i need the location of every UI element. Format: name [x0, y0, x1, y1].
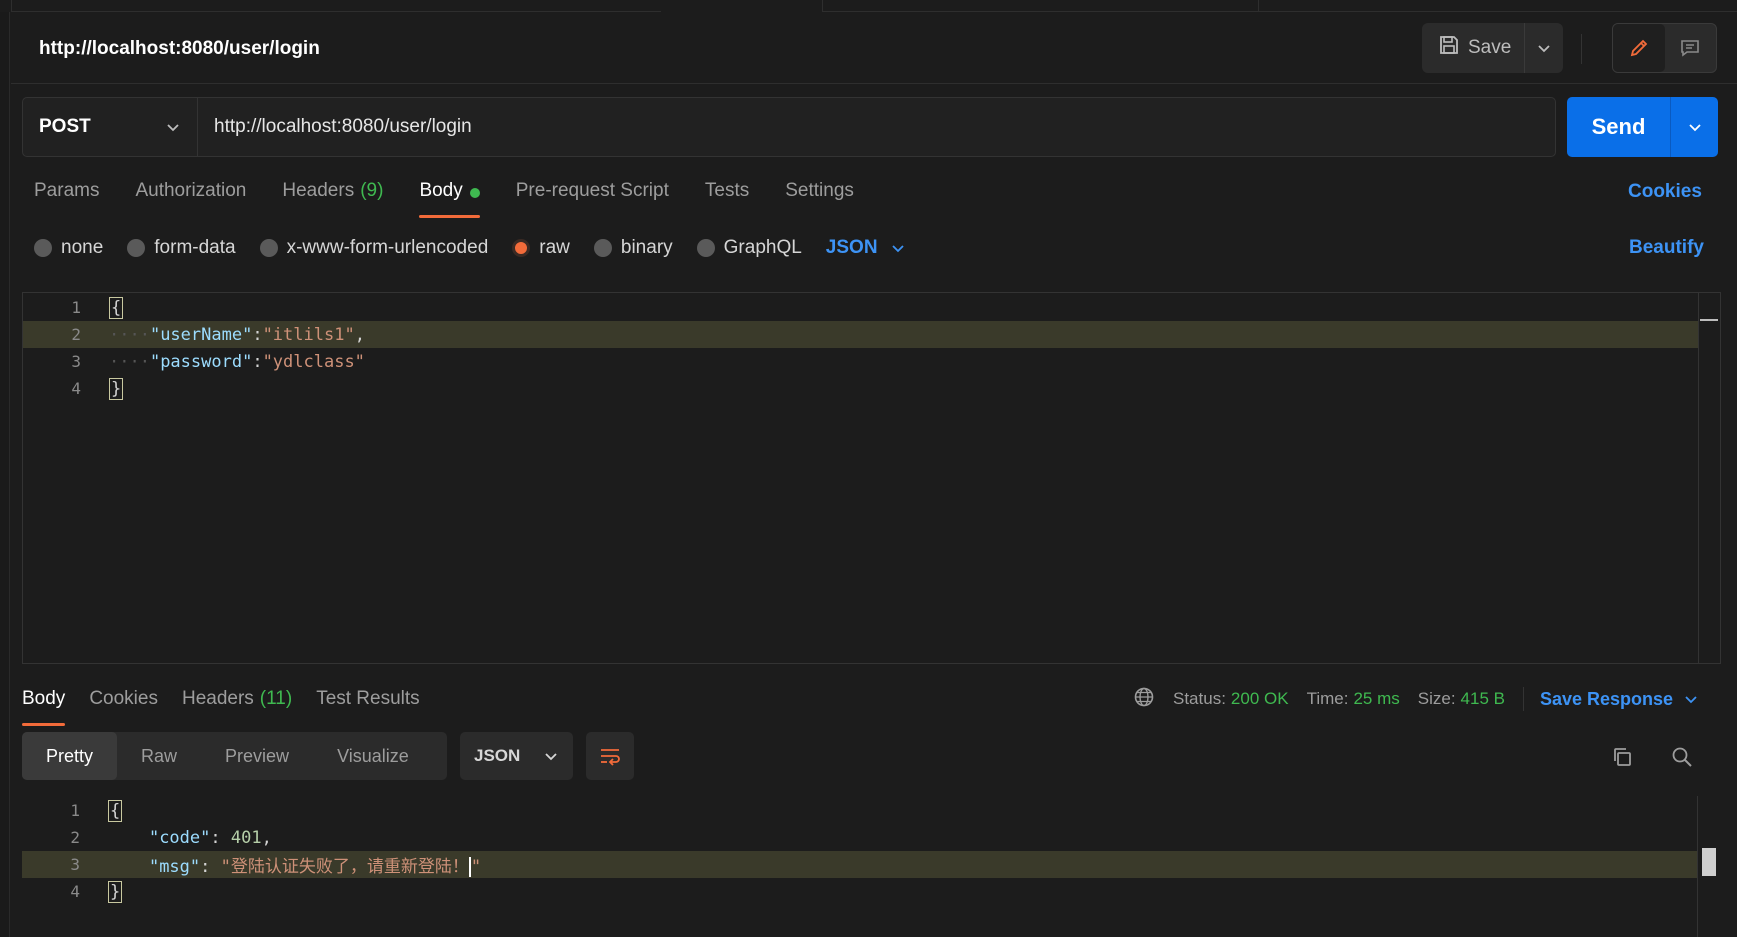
status-info: Status: 200 OK	[1173, 689, 1289, 708]
copy-response-button[interactable]	[1607, 742, 1637, 772]
tab-strip-segment[interactable]	[11, 0, 661, 12]
save-icon	[1438, 34, 1460, 62]
status-value: 200 OK	[1230, 689, 1289, 708]
send-button-group: Send	[1567, 97, 1718, 157]
wrap-lines-icon	[601, 749, 620, 766]
chevron-down-icon	[1538, 45, 1550, 53]
comment-icon	[1681, 40, 1700, 57]
radio-circle	[259, 239, 278, 257]
time-value: 25 ms	[1353, 689, 1400, 708]
body-language-select[interactable]: JSON	[826, 237, 906, 259]
beautify-link[interactable]: Beautify	[1629, 237, 1704, 259]
cookies-link[interactable]: Cookies	[1628, 181, 1702, 203]
radio-circle-selected	[512, 239, 531, 257]
tab-response-cookies[interactable]: Cookies	[89, 688, 158, 728]
headers-count: (9)	[360, 180, 384, 201]
save-label: Save	[1468, 37, 1512, 58]
request-body-editor[interactable]: 1 { 2 ····"userName":"itlils1", 3 ····"p…	[22, 292, 1721, 664]
size-info: Size: 415 B	[1417, 689, 1505, 708]
search-response-button[interactable]	[1667, 742, 1697, 772]
radio-none[interactable]: none	[34, 237, 103, 259]
tab-tests[interactable]: Tests	[705, 180, 749, 220]
code-line: 2 ····"userName":"itlils1",	[23, 321, 1699, 348]
tab-response-body[interactable]: Body	[22, 688, 66, 728]
header-divider	[1581, 34, 1582, 64]
save-options-button[interactable]	[1525, 23, 1563, 73]
radio-circle	[34, 239, 52, 257]
response-tabs: Body Cookies Headers (11) Test Results	[22, 688, 420, 726]
code-line: 1 {	[70, 799, 123, 822]
response-scrollbar[interactable]	[1697, 796, 1719, 937]
scrollbar-thumb[interactable]	[1702, 848, 1716, 876]
tab-response-headers[interactable]: Headers (11)	[182, 688, 292, 728]
body-type-radios: none form-data x-www-form-urlencoded raw…	[34, 236, 906, 260]
radio-x-www-form-urlencoded[interactable]: x-www-form-urlencoded	[259, 237, 488, 259]
radio-form-data[interactable]: form-data	[127, 237, 236, 259]
chevron-down-icon	[891, 245, 904, 253]
edit-mode-button[interactable]	[1613, 24, 1665, 72]
view-preview[interactable]: Preview	[201, 732, 313, 780]
wrap-lines-button[interactable]	[586, 732, 634, 780]
code-line: 4 }	[70, 880, 123, 903]
radio-graphql[interactable]: GraphQL	[696, 237, 802, 259]
globe-icon[interactable]	[1133, 686, 1155, 713]
mode-toggle-group	[1612, 23, 1717, 73]
body-indicator-dot	[469, 188, 480, 198]
request-header: http://localhost:8080/user/login Save	[11, 12, 1737, 84]
code-line: 1 {	[71, 296, 124, 319]
url-bar: POST	[22, 97, 1556, 157]
editor-scrollbar[interactable]	[1698, 293, 1720, 663]
response-body-viewer[interactable]: 1 { 2 "code": 401, 3 "msg": "登陆认证失败了，请重新…	[22, 796, 1721, 937]
chevron-down-icon	[1688, 124, 1701, 132]
method-label: POST	[39, 116, 91, 137]
comments-mode-button[interactable]	[1665, 24, 1717, 72]
chevron-down-icon	[545, 753, 557, 761]
size-value: 415 B	[1460, 689, 1505, 708]
pencil-icon	[1630, 39, 1648, 57]
scrollbar-thumb[interactable]	[1700, 319, 1718, 321]
tab-params[interactable]: Params	[34, 180, 99, 220]
time-info: Time: 25 ms	[1306, 689, 1400, 708]
copy-icon	[1614, 748, 1631, 766]
response-view-toggle: Pretty Raw Preview Visualize	[22, 732, 447, 780]
save-response-button[interactable]: Save Response	[1522, 687, 1699, 711]
code-line: 4 }	[71, 377, 124, 400]
method-select[interactable]: POST	[23, 98, 198, 156]
tab-strip-segment[interactable]	[1258, 0, 1737, 12]
radio-circle	[127, 239, 146, 257]
tab-body[interactable]: Body	[419, 180, 481, 220]
chevron-down-icon	[1685, 696, 1697, 704]
radio-circle	[593, 239, 612, 257]
tab-authorization[interactable]: Authorization	[135, 180, 246, 220]
code-line: 3 ····"password":"ydlclass"	[71, 351, 365, 372]
request-title[interactable]: http://localhost:8080/user/login	[39, 38, 320, 60]
view-raw[interactable]: Raw	[117, 732, 201, 780]
tab-strip-segment[interactable]	[822, 0, 1258, 12]
view-pretty[interactable]: Pretty	[22, 732, 118, 780]
tab-settings[interactable]: Settings	[785, 180, 854, 220]
tab-pre-request-script[interactable]: Pre-request Script	[516, 180, 669, 220]
chevron-down-icon	[167, 124, 179, 132]
save-button-group: Save	[1422, 23, 1563, 73]
search-icon	[1672, 747, 1692, 767]
top-tab-strip	[0, 0, 1737, 12]
code-line: 3 "msg": "登陆认证失败了，请重新登陆！ "	[22, 851, 1698, 878]
left-sidebar-edge	[0, 0, 10, 937]
headers-count: (11)	[259, 688, 293, 709]
tab-test-results[interactable]: Test Results	[316, 688, 419, 728]
radio-binary[interactable]: binary	[593, 237, 673, 259]
view-visualize[interactable]: Visualize	[313, 732, 433, 780]
radio-raw[interactable]: raw	[512, 237, 570, 259]
send-button[interactable]: Send	[1567, 97, 1671, 157]
response-status-bar: Status: 200 OK Time: 25 ms Size: 415 B Save…	[1133, 687, 1699, 711]
send-options-button[interactable]	[1671, 97, 1718, 157]
code-line: 2 "code": 401,	[70, 827, 272, 848]
request-tabs: Params Authorization Headers (9) Body Pre…	[34, 180, 854, 220]
url-input[interactable]	[198, 98, 1555, 156]
save-button[interactable]: Save	[1422, 23, 1525, 73]
radio-circle	[696, 239, 715, 257]
response-format-select[interactable]: JSON	[460, 732, 573, 780]
tab-headers[interactable]: Headers (9)	[282, 180, 383, 220]
